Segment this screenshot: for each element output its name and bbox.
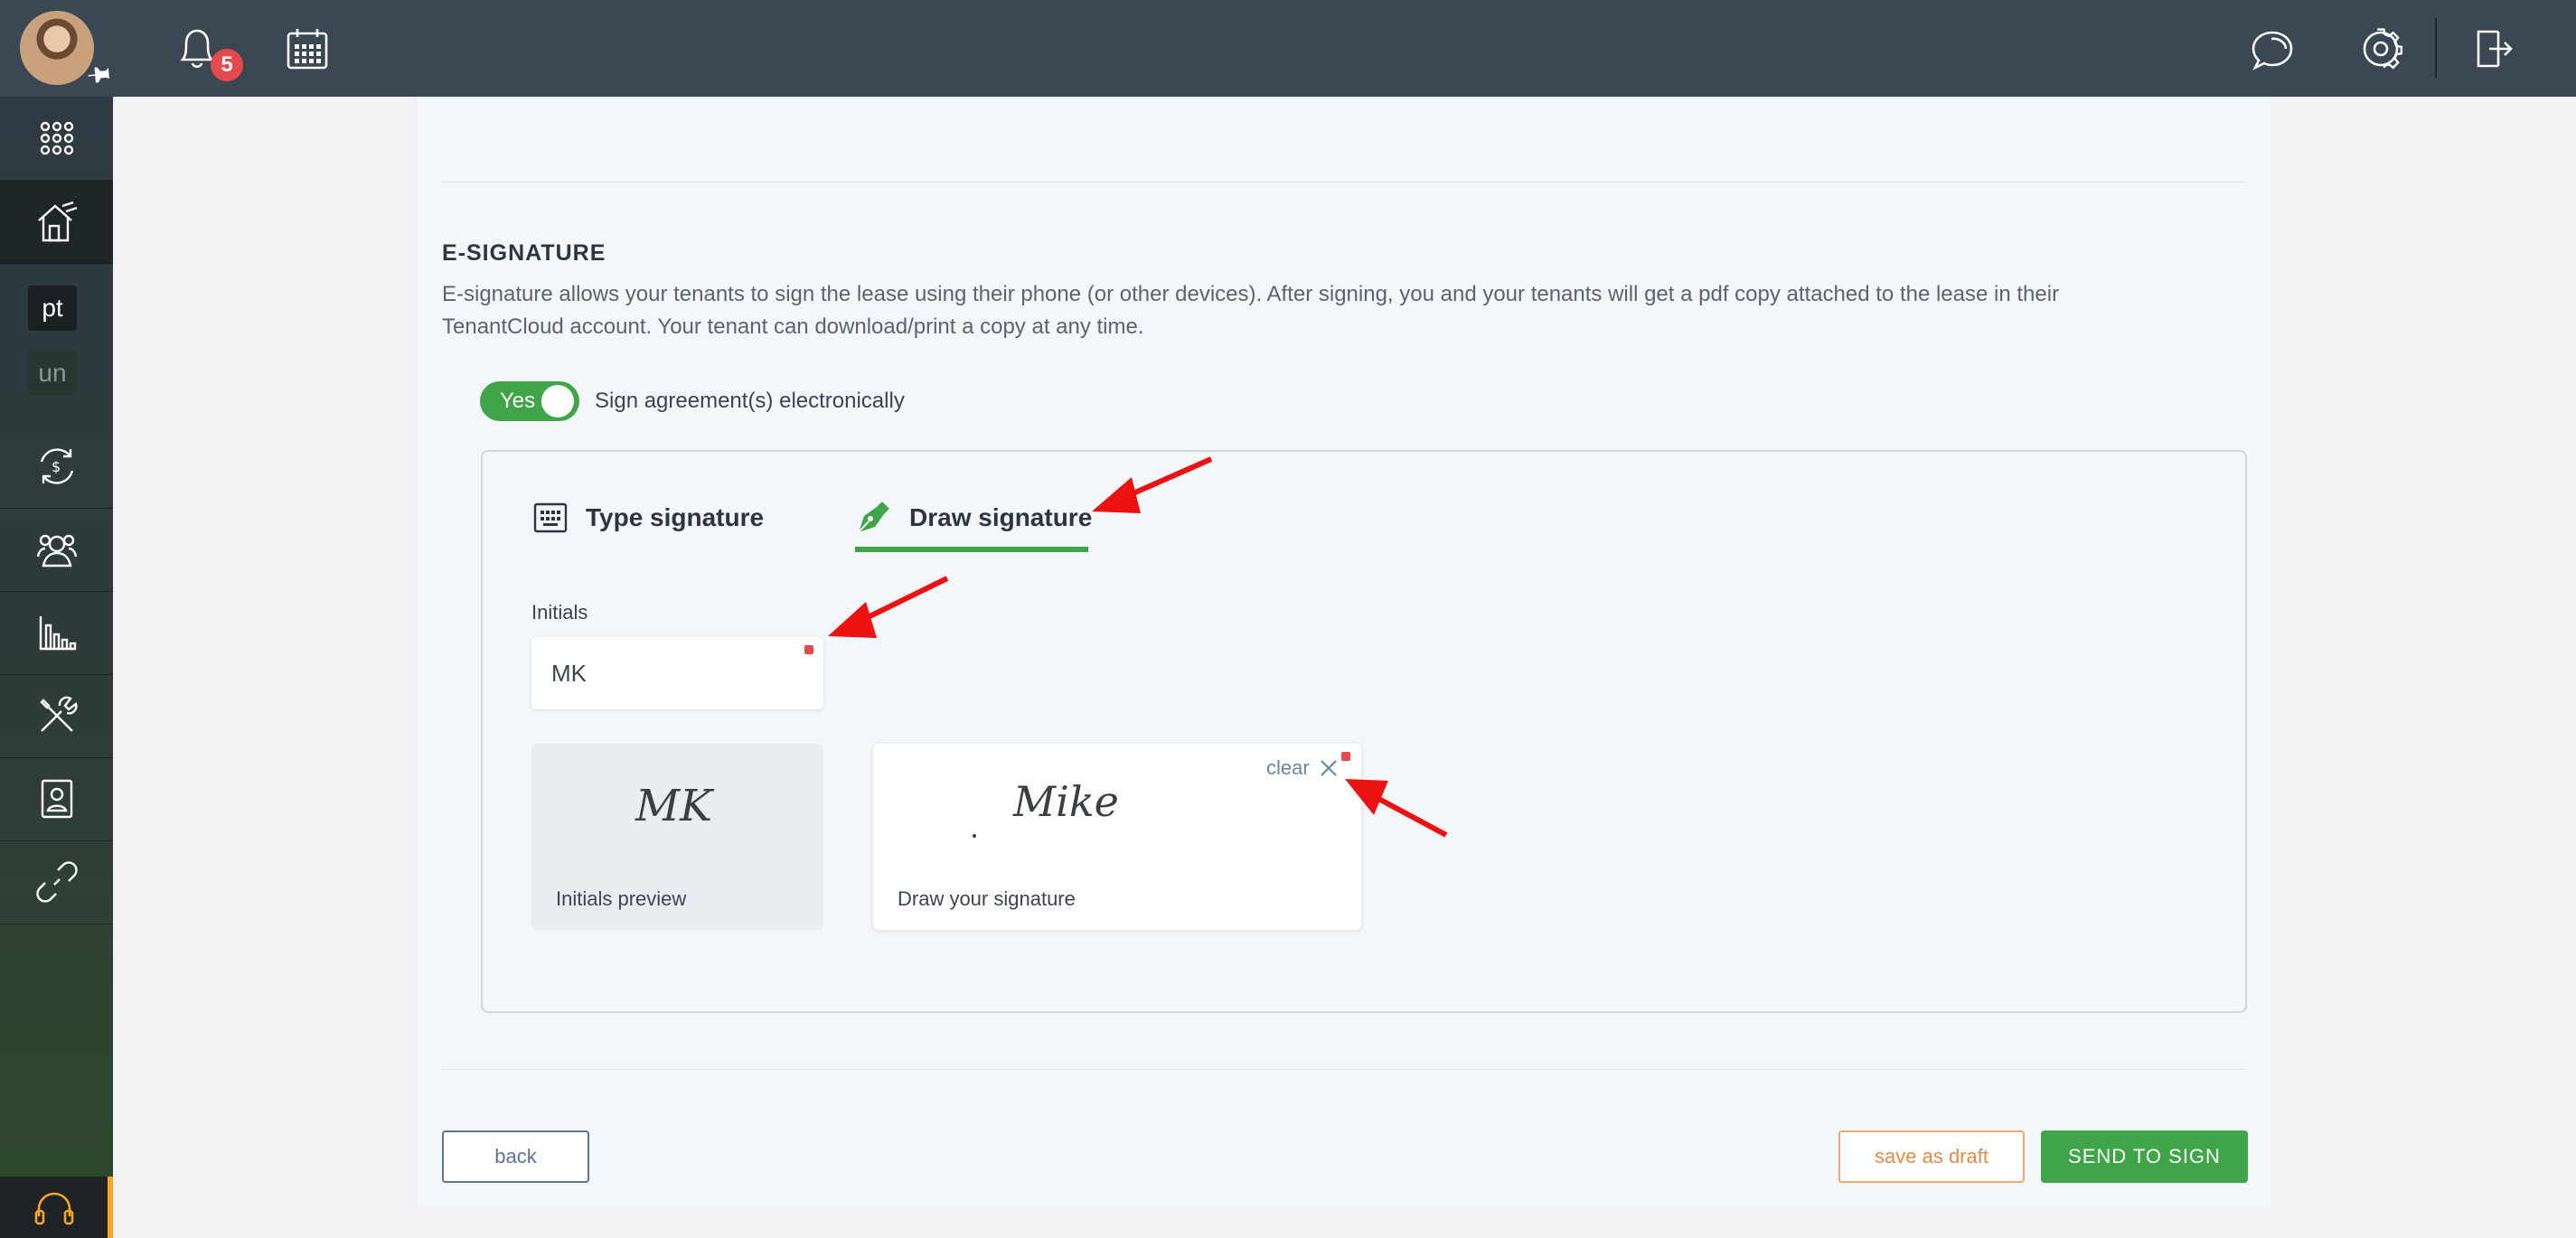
toggle-label: Sign agreement(s) electronically	[595, 389, 905, 413]
toggle-value: Yes	[500, 389, 536, 413]
divider	[441, 182, 2247, 183]
sidebar-item-properties[interactable]	[0, 180, 113, 264]
section-title: E-SIGNATURE	[442, 240, 606, 266]
headset-icon	[34, 1192, 73, 1225]
keyboard-icon	[533, 502, 568, 533]
tab-type-label: Type signature	[586, 503, 765, 531]
svg-text:MK: MK	[635, 781, 715, 831]
required-indicator	[804, 645, 813, 654]
divider	[441, 1069, 2247, 1070]
tab-draw-signature[interactable]: Draw signature	[855, 495, 1092, 540]
topbar-divider	[2435, 18, 2437, 78]
link-icon	[35, 861, 78, 903]
notification-badge: 5	[211, 49, 243, 81]
save-draft-button[interactable]: save as draft	[1838, 1130, 2025, 1183]
close-icon	[1319, 758, 1339, 778]
chat-icon[interactable]	[2246, 22, 2300, 76]
sidebar-item-apps[interactable]	[0, 97, 113, 181]
document-user-icon	[41, 779, 72, 819]
sidebar-item-accounting[interactable]: $	[0, 425, 113, 509]
esign-toggle[interactable]: Yes	[480, 381, 579, 421]
sidebar-item-reports[interactable]	[0, 591, 113, 675]
initials-input[interactable]	[531, 637, 823, 709]
sidebar-item-pt[interactable]: pt	[28, 286, 77, 331]
avatar[interactable]	[20, 11, 94, 85]
gear-icon[interactable]	[2354, 22, 2408, 76]
initials-preview-label: Initials preview	[556, 887, 687, 910]
money-exchange-icon: $	[40, 448, 73, 484]
support-button[interactable]	[0, 1177, 113, 1238]
required-indicator	[1341, 752, 1350, 761]
sidebar-item-links[interactable]	[0, 840, 113, 924]
calendar-icon[interactable]	[280, 22, 334, 76]
svg-text:Mike: Mike	[1012, 777, 1119, 826]
clear-signature-button[interactable]: clear	[1266, 756, 1339, 780]
initials-preview-image: MK	[635, 781, 715, 831]
people-icon	[36, 534, 77, 567]
active-tab-indicator	[855, 547, 1088, 552]
tab-type-signature[interactable]: Type signature	[533, 495, 764, 540]
initials-label: Initials	[531, 601, 588, 624]
draw-signature-label: Draw your signature	[898, 887, 1076, 910]
logout-icon[interactable]	[2466, 22, 2520, 76]
sidebar-item-people[interactable]	[0, 508, 113, 592]
sidebar-item-documents[interactable]	[0, 757, 113, 841]
apps-grid-icon	[40, 121, 73, 155]
back-button[interactable]: back	[442, 1130, 589, 1183]
svg-text:$: $	[52, 458, 61, 475]
section-description: E-signature allows your tenants to sign …	[442, 282, 2060, 339]
tab-draw-label: Draw signature	[909, 503, 1093, 531]
tools-icon	[39, 696, 78, 732]
pen-nib-icon	[855, 500, 891, 536]
toggle-knob	[541, 385, 574, 417]
sidebar-item-un[interactable]: un	[28, 351, 77, 396]
send-to-sign-button[interactable]: SEND TO SIGN	[2041, 1130, 2248, 1183]
top-bar: 5	[0, 0, 2576, 97]
house-icon	[37, 201, 77, 242]
sidebar-item-maintenance[interactable]	[0, 674, 113, 758]
clear-label: clear	[1266, 756, 1310, 779]
bar-chart-icon	[39, 616, 76, 651]
